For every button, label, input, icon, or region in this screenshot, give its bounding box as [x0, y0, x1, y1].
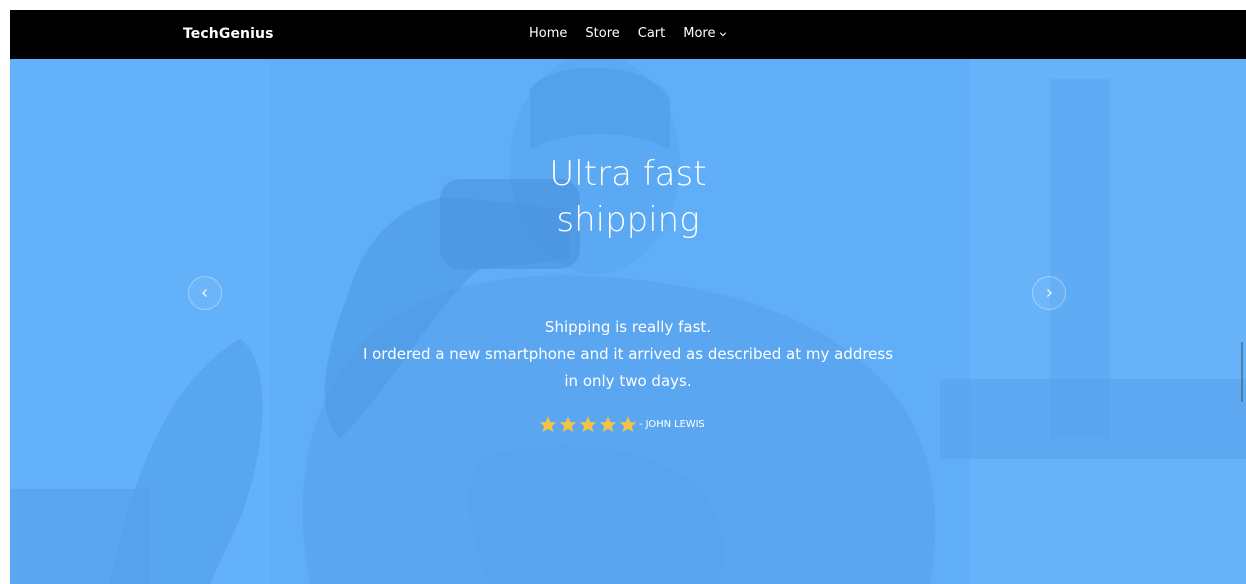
- star-icon: [599, 416, 617, 433]
- nav-item-store[interactable]: Store: [585, 26, 619, 41]
- star-icon: [579, 416, 597, 433]
- chevron-down-icon: [719, 32, 726, 37]
- testimonial-line-3: in only two days.: [564, 372, 692, 390]
- testimonial-rating: - JOHN LEWIS: [538, 415, 705, 434]
- hero-title-line-2: shipping: [556, 200, 700, 240]
- testimonial-author: - JOHN LEWIS: [639, 419, 705, 430]
- hero-title-line-1: Ultra fast: [549, 154, 707, 194]
- scrollbar-thumb[interactable]: [1241, 342, 1243, 402]
- nav-item-more-label: More: [683, 26, 716, 41]
- carousel-prev-button[interactable]: [188, 276, 222, 310]
- carousel-next-button[interactable]: [1032, 276, 1066, 310]
- chevron-left-icon: [202, 289, 207, 297]
- page: TechGenius Home Store Cart More Ultra fa…: [0, 0, 1246, 584]
- chevron-right-icon: [1047, 289, 1052, 297]
- hero-title: Ultra fast shipping: [428, 151, 828, 243]
- nav-item-cart[interactable]: Cart: [638, 26, 666, 41]
- nav-item-home[interactable]: Home: [529, 26, 567, 41]
- star-icon: [559, 416, 577, 433]
- nav-links: Home Store Cart More: [529, 26, 727, 41]
- testimonial-line-2: I ordered a new smartphone and it arrive…: [362, 345, 894, 363]
- star-icon: [539, 416, 557, 433]
- testimonial-line-1: Shipping is really fast.: [544, 318, 712, 336]
- nav-item-more[interactable]: More: [683, 26, 726, 41]
- star-icon: [619, 416, 637, 433]
- testimonial-text: Shipping is really fast. I ordered a new…: [278, 314, 978, 395]
- hero-carousel: Ultra fast shipping Shipping is really f…: [10, 59, 1246, 584]
- top-navbar: TechGenius Home Store Cart More: [10, 10, 1246, 59]
- brand-logo[interactable]: TechGenius: [183, 26, 274, 42]
